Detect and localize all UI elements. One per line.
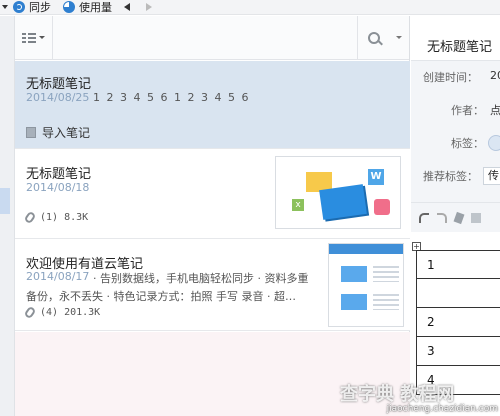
attachment-info: (1) 8.3K [23, 210, 89, 225]
top-toolbar: 同步 使用量 [0, 0, 500, 15]
author-value[interactable]: 点 [490, 102, 500, 118]
thumbnail-shape [373, 266, 399, 282]
note-table[interactable]: 1 2 3 4 [416, 250, 500, 395]
note-thumbnail: W x [275, 156, 401, 229]
note-list-panel: 无标题笔记 2014/08/25 1 2 3 4 5 6 1 2 3 4 5 6… [15, 15, 410, 416]
search-button[interactable] [357, 16, 409, 60]
pie-chart-icon [63, 1, 75, 13]
redo-icon[interactable] [437, 212, 447, 223]
search-dropdown-icon[interactable] [396, 36, 402, 39]
eraser-icon[interactable] [453, 211, 465, 224]
sync-button[interactable]: 同步 [13, 0, 51, 15]
list-item[interactable]: 欢迎使用有道云笔记 2014/08/17 · 告别数据线，手机电脑轻松同步 · … [15, 239, 410, 331]
note-title-field[interactable]: 无标题笔记 [427, 36, 492, 55]
created-time-value: 20 [490, 69, 500, 82]
author-label: 作者： [451, 104, 484, 117]
note-title: 无标题笔记 [26, 167, 92, 182]
sidebar-strip [0, 16, 15, 416]
note-detail-panel: 无标题笔记 创建时间： 20 作者： 点 标签： 推荐标签： 传 + 1 2 3… [411, 16, 500, 416]
created-time-label: 创建时间： [423, 71, 478, 84]
attachment-size: (4) 201.3K [40, 307, 101, 318]
attachment-info: (4) 201.3K [23, 305, 101, 320]
note-date: 2014/08/25 [26, 91, 90, 104]
table-row[interactable] [417, 279, 500, 308]
list-item[interactable]: 无标题笔记 2014/08/18 (1) 8.3K W x [15, 149, 410, 239]
thumbnail-shape [319, 184, 367, 220]
word-icon: W [368, 169, 384, 185]
attachment-size: (1) 8.3K [40, 212, 89, 223]
back-arrow-icon[interactable] [124, 3, 130, 11]
thumbnail-shape [341, 266, 367, 282]
note-date: 2014/08/18 [26, 181, 90, 194]
list-view-icon [22, 32, 36, 43]
usage-button[interactable]: 使用量 [63, 0, 112, 15]
thumbnail-shape [329, 244, 403, 254]
note-title: 无标题笔记 [26, 77, 92, 92]
paperclip-icon [23, 305, 37, 320]
paperclip-icon [23, 210, 37, 225]
import-note-button[interactable]: 导入笔记 [26, 124, 90, 141]
note-snippet: 1 2 3 4 5 6 1 2 3 4 5 6 [93, 91, 250, 104]
undo-icon[interactable] [419, 212, 429, 223]
excel-icon: x [292, 199, 304, 211]
recommended-tags-label: 推荐标签： [423, 170, 478, 183]
note-snippet: 备份，永不丢失 · 特色记录方式：拍照 手写 录音 · 超… [26, 290, 296, 303]
note-snippet: · 告别数据线，手机电脑轻松同步 · 资料多重 [93, 272, 309, 285]
tags-label: 标签： [451, 137, 484, 150]
sync-label: 同步 [29, 1, 51, 14]
list-item[interactable]: 无标题笔记 2014/08/25 1 2 3 4 5 6 1 2 3 4 5 6… [15, 61, 410, 149]
usage-label: 使用量 [79, 1, 112, 14]
table-row[interactable]: 2 [417, 308, 500, 337]
note-thumbnail [328, 243, 404, 327]
watermark-text: 查字典 教程网 [340, 384, 455, 405]
table-row[interactable]: 1 [417, 250, 500, 279]
thumbnail-shape [373, 294, 399, 310]
editor-toolbar [411, 202, 500, 232]
recommended-tag[interactable]: 传 [483, 167, 500, 185]
toolbar-dropdown-icon[interactable] [2, 5, 8, 9]
note-properties: 创建时间： 20 作者： 点 标签： 推荐标签： 传 [411, 60, 500, 202]
format-icon[interactable] [471, 212, 481, 223]
clock-icon [374, 199, 390, 215]
import-note-label: 导入笔记 [42, 126, 91, 140]
table-row[interactable]: 3 [417, 337, 500, 366]
sync-icon [13, 1, 25, 13]
thumbnail-shape [341, 294, 367, 310]
sidebar-selection-indicator [0, 188, 10, 214]
search-icon [368, 32, 380, 44]
chevron-down-icon [39, 36, 45, 39]
import-icon [26, 127, 36, 138]
list-header [15, 15, 409, 60]
forward-arrow-icon[interactable] [146, 3, 152, 11]
watermark-url: jiaocheng.chazidian.com [386, 404, 498, 414]
add-tag-button[interactable] [488, 135, 500, 151]
view-mode-button[interactable] [15, 15, 53, 60]
note-date: 2014/08/17 [26, 270, 90, 283]
